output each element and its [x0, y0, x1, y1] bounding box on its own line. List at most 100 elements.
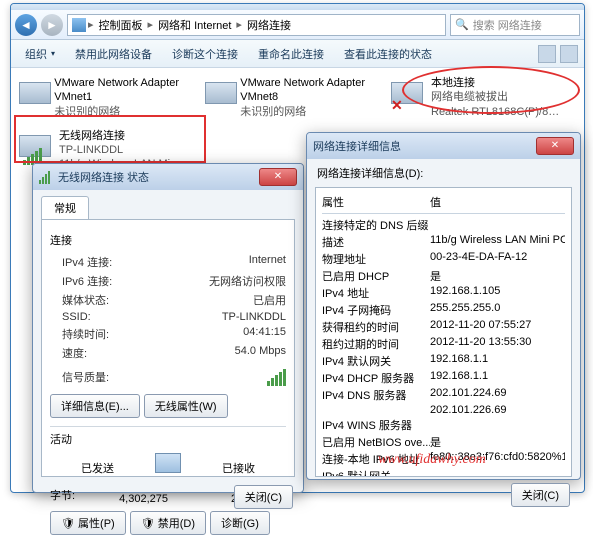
tb-rename[interactable]: 重命名此连接 — [250, 43, 332, 65]
details-row: IPv4 默认网关192.168.1.1 — [322, 353, 565, 369]
details-value: 192.168.1.105 — [430, 285, 565, 301]
tabs: 常规 — [33, 190, 303, 219]
adapter-item[interactable]: ✕本地连接网络电缆被拔出Realtek RTL8168C(P)/8111C... — [391, 76, 561, 119]
diagnose-button[interactable]: 诊断(G) — [210, 511, 270, 535]
details-key: IPv4 DHCP 服务器 — [322, 370, 430, 386]
details-value: 00-23-4E-DA-FA-12 — [430, 251, 565, 267]
close-button[interactable]: 关闭(C) — [234, 485, 293, 509]
bc-network-internet[interactable]: 网络和 Internet — [155, 17, 234, 33]
back-button[interactable]: ◄ — [15, 14, 37, 36]
adapter-status: TP-LINKDDL — [59, 143, 189, 157]
adapter-icon: ✕ — [391, 76, 425, 112]
details-row: IPv4 子网掩码255.255.255.0 — [322, 302, 565, 318]
details-title: 网络连接详细信息 — [313, 138, 401, 154]
status-key: SSID: — [62, 311, 209, 323]
adapter-device: Realtek RTL8168C(P)/8111C... — [431, 105, 561, 119]
tb-organize[interactable]: 组织 — [17, 43, 63, 65]
details-row: 获得租约的时间2012-11-20 07:55:27 — [322, 319, 565, 335]
status-key: IPv6 连接: — [62, 273, 209, 289]
details-titlebar: 网络连接详细信息 ✕ — [307, 133, 580, 159]
wifi-icon — [39, 170, 53, 184]
details-key — [322, 404, 430, 416]
details-value: 192.168.1.1 — [430, 370, 565, 386]
details-key: 描述 — [322, 234, 430, 250]
details-heading: 网络连接详细信息(D): — [307, 159, 580, 181]
status-value: 04:41:15 — [209, 326, 286, 342]
close-icon[interactable]: ✕ — [259, 168, 297, 186]
search-placeholder: 搜索 网络连接 — [473, 17, 542, 33]
details-row: 已启用 DHCP是 — [322, 268, 565, 284]
details-row: 描述11b/g Wireless LAN Mini PCI Ex — [322, 234, 565, 250]
close-button[interactable]: 关闭(C) — [511, 483, 570, 507]
status-value: 无网络访问权限 — [209, 273, 286, 289]
status-key: IPv4 连接: — [62, 254, 209, 270]
adapter-name: VMware Network Adapter VMnet1 — [54, 76, 189, 105]
details-key: 物理地址 — [322, 251, 430, 267]
details-key: IPv4 DNS 服务器 — [322, 387, 430, 403]
adapter-icon — [205, 76, 234, 112]
details-value: 202.101.224.69 — [430, 387, 565, 403]
section-connection: 连接 — [50, 232, 286, 248]
adapter-status: 未识别的网络 — [240, 105, 375, 119]
details-value: 是 — [430, 268, 565, 284]
close-icon[interactable]: ✕ — [536, 137, 574, 155]
details-row: 已启用 NetBIOS ove...是 — [322, 434, 565, 450]
signal-label: 信号质量: — [62, 369, 267, 386]
adapter-icon — [19, 129, 53, 165]
details-body: 属性 值 连接特定的 DNS 后缀描述11b/g Wireless LAN Mi… — [315, 187, 572, 477]
bytes-sent: 4,302,275 — [50, 493, 168, 505]
details-row: IPv4 DHCP 服务器192.168.1.1 — [322, 370, 565, 386]
details-key: IPv4 子网掩码 — [322, 302, 430, 318]
chevron-right-icon: ▸ — [88, 18, 94, 31]
forward-button[interactable]: ► — [41, 14, 63, 36]
tb-disable[interactable]: 禁用此网络设备 — [67, 43, 160, 65]
details-value: 2012-11-20 07:55:27 — [430, 319, 565, 335]
recv-label: 已接收 — [191, 460, 286, 476]
search-icon: 🔍 — [455, 18, 469, 31]
view-icon[interactable] — [538, 45, 556, 63]
details-key: 获得租约的时间 — [322, 319, 430, 335]
adapter-status: 网络电缆被拔出 — [431, 90, 561, 104]
details-button[interactable]: 详细信息(E)... — [50, 394, 140, 418]
chevron-right-icon: ▸ — [148, 18, 154, 31]
col-value: 值 — [430, 194, 441, 210]
bc-control-panel[interactable]: 控制面板 — [96, 17, 146, 33]
wireless-props-button[interactable]: 无线属性(W) — [144, 394, 228, 418]
details-row: 物理地址00-23-4E-DA-FA-12 — [322, 251, 565, 267]
adapter-item[interactable]: VMware Network Adapter VMnet8未识别的网络 — [205, 76, 375, 119]
section-activity: 活动 — [50, 431, 286, 447]
help-icon[interactable] — [560, 45, 578, 63]
details-dialog: 网络连接详细信息 ✕ 网络连接详细信息(D): 属性 值 连接特定的 DNS 后… — [306, 132, 581, 480]
adapter-name: VMware Network Adapter VMnet8 — [240, 76, 375, 105]
breadcrumb[interactable]: ▸ 控制面板 ▸ 网络和 Internet ▸ 网络连接 — [67, 14, 446, 36]
search-input[interactable]: 🔍 搜索 网络连接 — [450, 14, 580, 36]
tb-status[interactable]: 查看此连接的状态 — [336, 43, 440, 65]
details-key: 已启用 NetBIOS ove... — [322, 434, 430, 450]
col-property: 属性 — [322, 194, 430, 210]
tb-diagnose[interactable]: 诊断这个连接 — [164, 43, 246, 65]
nav-row: ◄ ► ▸ 控制面板 ▸ 网络和 Internet ▸ 网络连接 🔍 搜索 网络… — [11, 10, 584, 40]
toolbar: 组织 禁用此网络设备 诊断这个连接 重命名此连接 查看此连接的状态 — [11, 40, 584, 68]
details-row: IPv4 DNS 服务器202.101.224.69 — [322, 387, 565, 403]
details-value — [430, 417, 565, 433]
status-key: 持续时间: — [62, 326, 209, 342]
watermark: www.ufidawhy.com — [378, 452, 486, 468]
tab-general[interactable]: 常规 — [41, 196, 89, 219]
details-value — [430, 217, 565, 233]
details-key: 已启用 DHCP — [322, 268, 430, 284]
properties-button[interactable]: 🛡 属性(P) — [50, 511, 126, 535]
details-key: IPv4 默认网关 — [322, 353, 430, 369]
status-key: 速度: — [62, 345, 209, 361]
disable-button[interactable]: 🛡 禁用(D) — [130, 511, 206, 535]
details-value: 2012-11-20 13:55:30 — [430, 336, 565, 352]
adapter-status: 未识别的网络 — [54, 105, 189, 119]
adapter-name: 无线网络连接 — [59, 129, 189, 143]
adapter-item[interactable]: VMware Network Adapter VMnet1未识别的网络 — [19, 76, 189, 119]
status-title: 无线网络连接 状态 — [58, 169, 149, 185]
details-row: 连接特定的 DNS 后缀 — [322, 217, 565, 233]
bc-network-connections[interactable]: 网络连接 — [244, 17, 294, 33]
details-value: 是 — [430, 434, 565, 450]
details-value: 255.255.255.0 — [430, 302, 565, 318]
signal-bars-icon — [267, 369, 286, 386]
details-key: IPv4 地址 — [322, 285, 430, 301]
